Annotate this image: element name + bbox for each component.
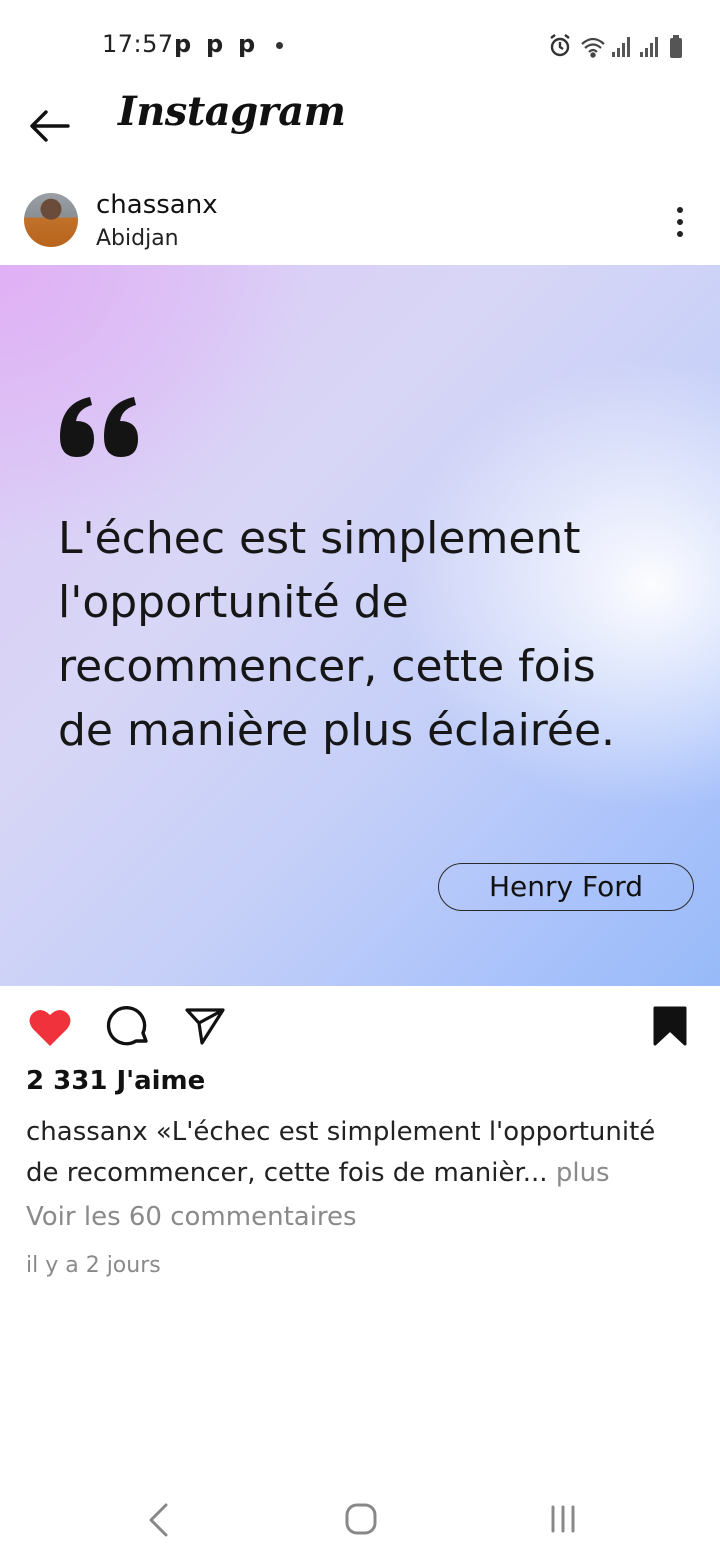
notification-p-icon: p [206,30,224,58]
back-arrow-icon[interactable] [28,108,70,144]
post-image[interactable]: L'échec est simplement l'opportunité de … [0,265,720,986]
notification-p-icon: p [238,30,256,58]
signal-icon [640,37,658,57]
more-options-icon[interactable] [672,206,688,238]
quote-mark-icon [60,397,138,457]
wifi-icon [581,37,605,58]
like-count[interactable]: 2 331 J'aime [26,1066,205,1096]
view-comments-link[interactable]: Voir les 60 commentaires [26,1202,357,1232]
caption-more-link[interactable]: plus [556,1158,610,1188]
avatar[interactable] [24,193,78,247]
signal-icon [612,37,630,57]
status-time: 17:57 [102,30,174,58]
notification-p-icon: p [174,30,192,58]
post-location[interactable]: Abidjan [96,226,179,251]
nav-recents-icon[interactable] [548,1504,578,1534]
share-send-icon[interactable] [184,1006,226,1046]
nav-home-icon[interactable] [344,1502,378,1536]
author-badge: Henry Ford [438,863,694,911]
post-username[interactable]: chassanx [96,190,218,220]
system-status-icons [550,34,682,58]
notification-dot-icon [276,42,283,49]
comment-icon[interactable] [106,1005,150,1049]
post-caption: chassanx «L'échec est simplement l'oppor… [26,1112,696,1194]
bookmark-saved-icon[interactable] [652,1005,688,1047]
battery-icon [670,35,682,58]
nav-back-icon[interactable] [146,1502,170,1538]
like-heart-icon[interactable] [28,1006,72,1048]
alarm-icon [550,34,570,57]
caption-username[interactable]: chassanx [26,1117,148,1147]
app-title: Instagram [118,88,346,135]
post-timestamp: il y a 2 jours [26,1253,161,1278]
quote-text: L'échec est simplement l'opportunité de … [58,513,616,756]
